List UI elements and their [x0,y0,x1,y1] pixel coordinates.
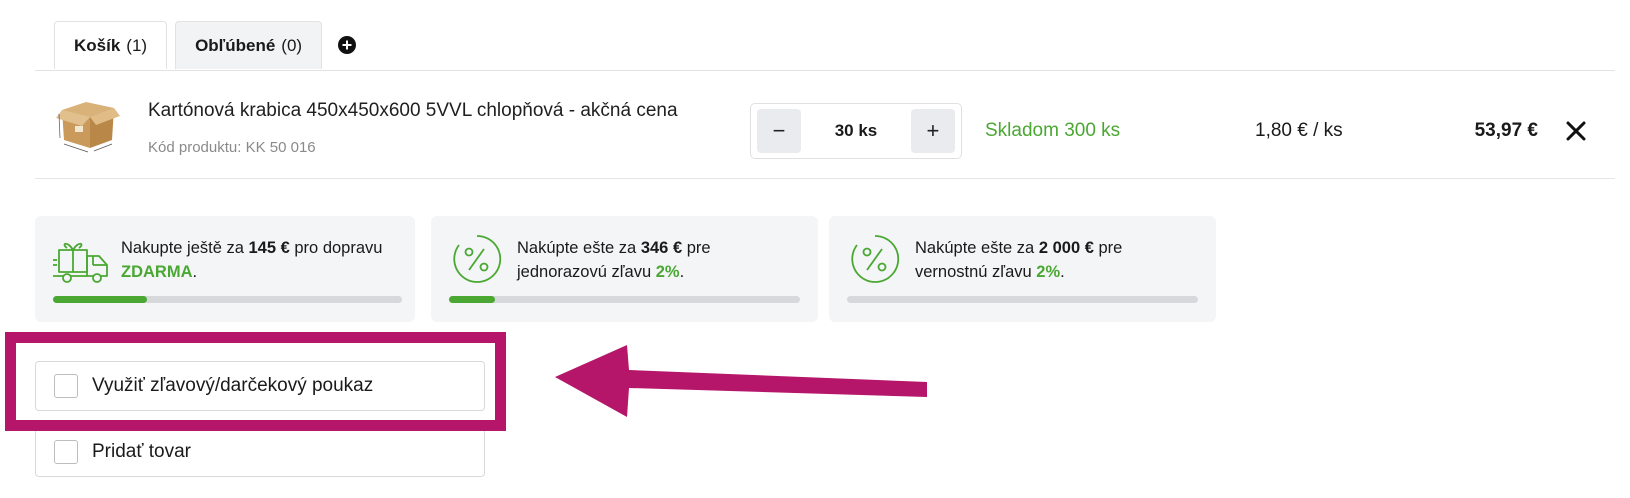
close-icon[interactable] [1564,119,1588,143]
promo-progress-track [449,296,800,303]
add-item-label[interactable]: Pridať tovar [92,441,191,463]
tab-cart-count: (1) [126,35,148,55]
product-name[interactable]: Kartónová krabica 450x450x600 5VVL chlop… [148,100,678,122]
percent-circle-icon [851,235,900,283]
promo-amount: 346 € [640,239,683,257]
promo-suffix: . [1060,263,1065,281]
promo-prefix: Nakúpte ešte za [915,239,1039,257]
promo-amount: 145 € [248,239,290,257]
promo-text: Nakúpte ešte za 2 000 € pre vernostnú zľ… [915,236,1165,284]
tab-favorites-label: Obľúbené [195,35,276,55]
increase-quantity-button[interactable]: + [910,109,955,153]
promo-highlight: 2% [1036,263,1061,281]
promo-card-one-time-discount: Nakúpte ešte za 346 € pre jednorazovú zľ… [431,216,818,322]
promo-progress-fill [449,296,495,303]
promo-middle: pro dopravu [289,239,383,257]
row-divider [35,178,1615,179]
tab-favorites-count: (0) [281,35,303,55]
line-total: 53,97 € [1474,120,1538,141]
add-item-option[interactable]: Pridať tovar [35,427,485,477]
quantity-value[interactable]: 30 ks [835,121,878,141]
annotation-arrow-icon [555,345,927,417]
product-code: Kód produktu: KK 50 016 [148,139,316,156]
promo-suffix: . [192,263,198,281]
promo-card-free-shipping: Nakupte ještě za 145 € pro dopravu ZDARM… [35,216,415,322]
promo-prefix: Nakupte ještě za [121,239,249,257]
tab-favorites[interactable]: Obľúbené (0) [175,21,323,69]
promo-amount: 2 000 € [1038,239,1094,257]
promo-suffix: . [679,263,685,281]
promo-progress-track [53,296,402,303]
promo-text: Nakúpte ešte za 346 € pre jednorazovú zľ… [517,236,767,284]
percent-circle-icon [453,235,502,283]
tab-cart-label: Košík [74,35,121,55]
stock-status: Skladom 300 ks [985,120,1121,141]
add-item-checkbox[interactable] [54,440,78,464]
promo-highlight: 2% [655,263,680,281]
plus-circle-icon[interactable] [336,34,358,56]
unit-price: 1,80 € / ks [1255,120,1343,141]
decrease-quantity-button[interactable]: − [757,109,801,153]
promo-highlight: ZDARMA [121,263,193,281]
annotation-highlight-box [5,332,506,431]
tab-cart[interactable]: Košík (1) [54,21,168,69]
promo-card-loyalty-discount: Nakúpte ešte za 2 000 € pre vernostnú zľ… [829,216,1216,322]
promo-progress-fill [53,296,148,303]
gift-truck-icon [53,242,108,283]
product-thumbnail[interactable] [56,96,120,158]
tabs-divider [35,70,1615,71]
promo-text: Nakupte ještě za 145 € pro dopravu ZDARM… [121,236,405,284]
cart-tabs: Košík (1) Obľúbené (0) [54,21,358,69]
promo-prefix: Nakúpte ešte za [517,239,641,257]
quantity-stepper: − 30 ks + [750,103,962,159]
promo-progress-track [847,296,1198,303]
